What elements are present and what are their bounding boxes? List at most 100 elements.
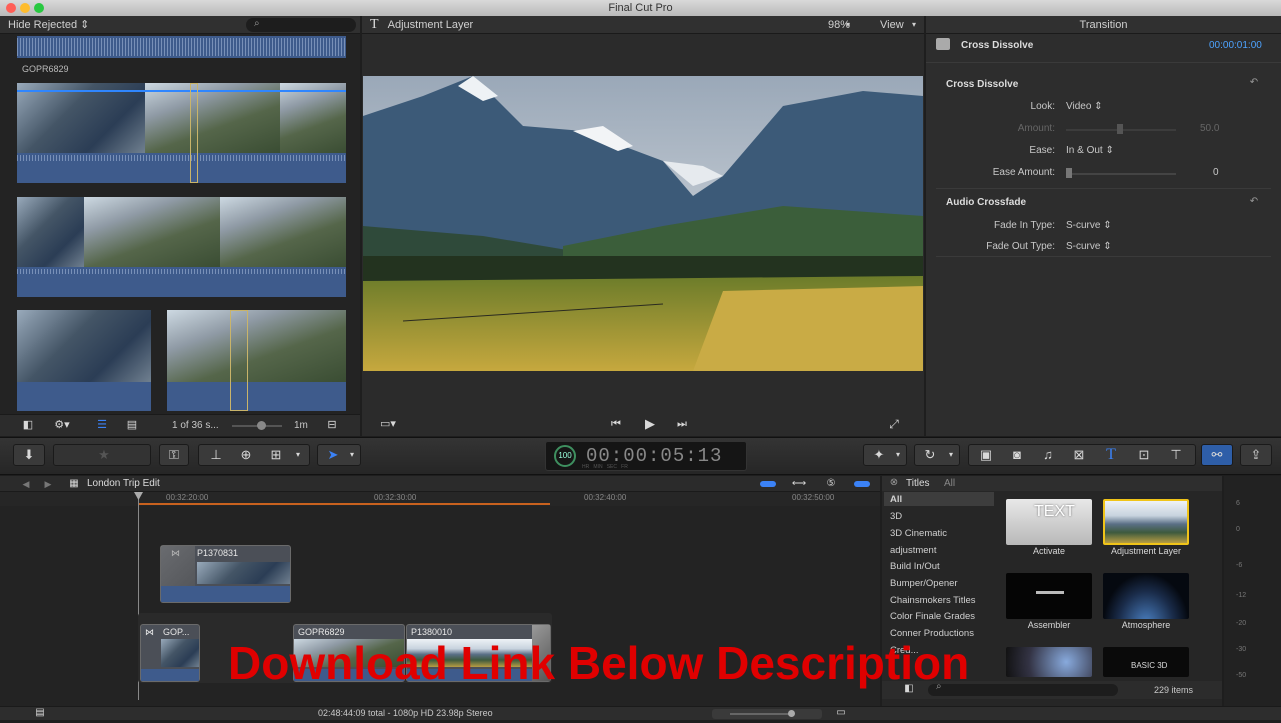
effects-icon[interactable]: ▣ <box>971 445 1001 465</box>
timeline-zoom-handle[interactable] <box>788 710 795 717</box>
category-item[interactable]: Color Finale Grades <box>890 611 975 622</box>
media-browser-buttons[interactable]: ▣ ◙ ♫ ⊠ T ⊡ ⊤ <box>968 444 1196 466</box>
back-icon[interactable]: ◀ <box>20 474 32 494</box>
generators-icon[interactable]: ⊡ <box>1129 445 1159 465</box>
inspector-tab[interactable]: Transition <box>926 16 1281 34</box>
timeline-index-icon[interactable]: ▤ <box>32 703 48 723</box>
background-tasks-indicator[interactable]: 100 <box>554 445 576 467</box>
import-button[interactable]: ⬇ <box>13 444 45 466</box>
fade-out-popup[interactable]: S-curve ⇕ <box>1066 241 1112 252</box>
clip-thumbnail[interactable] <box>145 83 280 153</box>
category-item[interactable]: 3D <box>890 511 902 522</box>
filmstrip-view-icon[interactable]: ▤ <box>124 415 140 435</box>
zoom-slider-handle[interactable] <box>257 421 266 430</box>
category-item[interactable]: 3D Cinematic <box>890 528 947 539</box>
enhancements-button[interactable]: ✦ ▾ <box>863 444 907 466</box>
retime-button[interactable]: ↻ ▾ <box>914 444 960 466</box>
rating-buttons[interactable]: ★ <box>53 444 151 466</box>
chevron-updown-icon: ⇕ <box>1100 220 1112 231</box>
meter-tick: -12 <box>1236 592 1247 599</box>
browser-header: Hide Rejected ⇕ ⌕ <box>0 16 360 34</box>
clip-appearance-toggle[interactable] <box>760 481 776 487</box>
share-button[interactable]: ⇪ <box>1240 444 1272 466</box>
fade-in-popup[interactable]: S-curve ⇕ <box>1066 220 1112 231</box>
title-label: Activate <box>1032 546 1065 556</box>
clip-thumbnail[interactable] <box>84 197 220 267</box>
clip-thumbnail[interactable] <box>17 310 151 382</box>
category-item[interactable]: Bumper/Opener <box>890 578 958 589</box>
gear-icon[interactable]: ⚙▾ <box>50 415 74 435</box>
clip-thumbnail[interactable] <box>17 83 145 153</box>
clip-thumbnail[interactable] <box>17 197 84 267</box>
amount-slider-handle[interactable] <box>1117 124 1123 134</box>
section-title: Audio Crossfade <box>946 197 1027 208</box>
skip-forward-icon[interactable]: ⏭ <box>674 414 690 434</box>
music-icon[interactable]: ♫ <box>1033 445 1063 465</box>
close-icon[interactable]: ⊗ <box>888 473 900 493</box>
clip-audio-strip <box>167 382 346 411</box>
amount-value[interactable]: 50.0 <box>1200 123 1219 134</box>
ruler-tick: 00:32:40:00 <box>584 493 627 502</box>
reset-icon[interactable]: ↶ <box>1248 73 1260 93</box>
title-thumbnail[interactable] <box>1006 573 1092 619</box>
timeline-clip[interactable]: ⋈ GOP... <box>140 624 200 682</box>
play-icon[interactable]: ▶ <box>642 414 658 434</box>
edit-buttons[interactable]: ⊥ ⊕ ⊞ ▾ <box>198 444 310 466</box>
retime-icon: ↻ <box>924 447 936 462</box>
category-item[interactable]: All <box>890 494 902 505</box>
fade-out-label: Fade Out Type: <box>986 241 1055 252</box>
search-input[interactable]: ⌕ <box>246 18 356 32</box>
title-thumbnail[interactable] <box>1006 647 1092 677</box>
clip-thumbnail[interactable] <box>220 197 346 267</box>
title-icon: T <box>370 17 379 32</box>
solo-icon[interactable]: ⑤ <box>822 474 840 494</box>
skip-back-icon[interactable]: ⏮ <box>608 414 624 434</box>
look-popup[interactable]: Video ⇕ <box>1066 101 1103 112</box>
clip-appearance-icon[interactable]: ▭ <box>834 703 848 723</box>
category-item[interactable]: Chainsmokers Titles <box>890 595 976 606</box>
category-item[interactable]: adjustment <box>890 545 936 556</box>
title-thumbnail[interactable]: TEXT <box>1006 499 1092 545</box>
inspector-timecode[interactable]: 00:00:01:00 <box>1209 40 1262 51</box>
category-item[interactable]: Build In/Out <box>890 561 940 572</box>
fullscreen-icon[interactable]: ⤢ <box>886 414 902 434</box>
filter-menu[interactable]: Hide Rejected <box>8 19 77 31</box>
ease-amount-value[interactable]: 0 <box>1213 167 1219 178</box>
title-thumbnail[interactable]: BASIC 3D <box>1103 647 1189 677</box>
dashboard-timecode[interactable]: 100 00:00:05:13 HR MIN SEC FR <box>545 441 747 471</box>
view-menu[interactable]: View <box>880 16 904 34</box>
close-window-button[interactable] <box>6 3 16 13</box>
clip-appearance-icon[interactable]: ⊟ <box>324 415 340 435</box>
audio-skimming-icon[interactable]: ⟷ <box>790 474 808 494</box>
window-titlebar: Final Cut Pro <box>0 0 1281 16</box>
title-thumbnail[interactable] <box>1103 499 1189 545</box>
clip-thumbnail[interactable] <box>167 310 346 382</box>
clip-thumbnail[interactable] <box>280 83 346 153</box>
titles-icon[interactable]: T <box>1096 445 1126 465</box>
select-tool-button[interactable]: ➤ ▾ <box>317 444 361 466</box>
zoom-window-button[interactable] <box>34 3 44 13</box>
list-view-icon[interactable]: ☰ <box>94 415 110 435</box>
sidebar-toggle-icon[interactable]: ◧ <box>20 415 36 435</box>
transform-icon[interactable]: ▭▾ <box>376 414 400 434</box>
connected-clip[interactable]: ⋈ P1370831 <box>160 545 291 603</box>
titles-scope[interactable]: All <box>944 478 955 489</box>
magic-wand-icon: ✦ <box>873 447 885 462</box>
title-thumbnail[interactable] <box>1103 573 1189 619</box>
camera-icon[interactable]: ◙ <box>1002 445 1032 465</box>
themes-icon[interactable]: ⊤ <box>1161 445 1191 465</box>
forward-icon[interactable]: ▶ <box>42 474 54 494</box>
keyword-button[interactable]: ⚿ <box>159 444 189 466</box>
inspector-toggle-button[interactable]: ⚯ <box>1201 444 1233 466</box>
ease-amount-slider-handle[interactable] <box>1066 168 1072 178</box>
snapping-toggle[interactable] <box>854 481 870 487</box>
viewer-image[interactable] <box>363 76 923 371</box>
ease-popup[interactable]: In & Out ⇕ <box>1066 145 1114 156</box>
minimize-window-button[interactable] <box>20 3 30 13</box>
timeline-zoom-slider[interactable] <box>730 713 790 715</box>
ease-amount-slider[interactable] <box>1066 173 1176 175</box>
reset-icon[interactable]: ↶ <box>1248 192 1260 212</box>
transitions-icon[interactable]: ⊠ <box>1064 445 1094 465</box>
chevron-down-icon: ▾ <box>895 450 900 459</box>
timeline-zoom-control[interactable] <box>712 709 822 719</box>
